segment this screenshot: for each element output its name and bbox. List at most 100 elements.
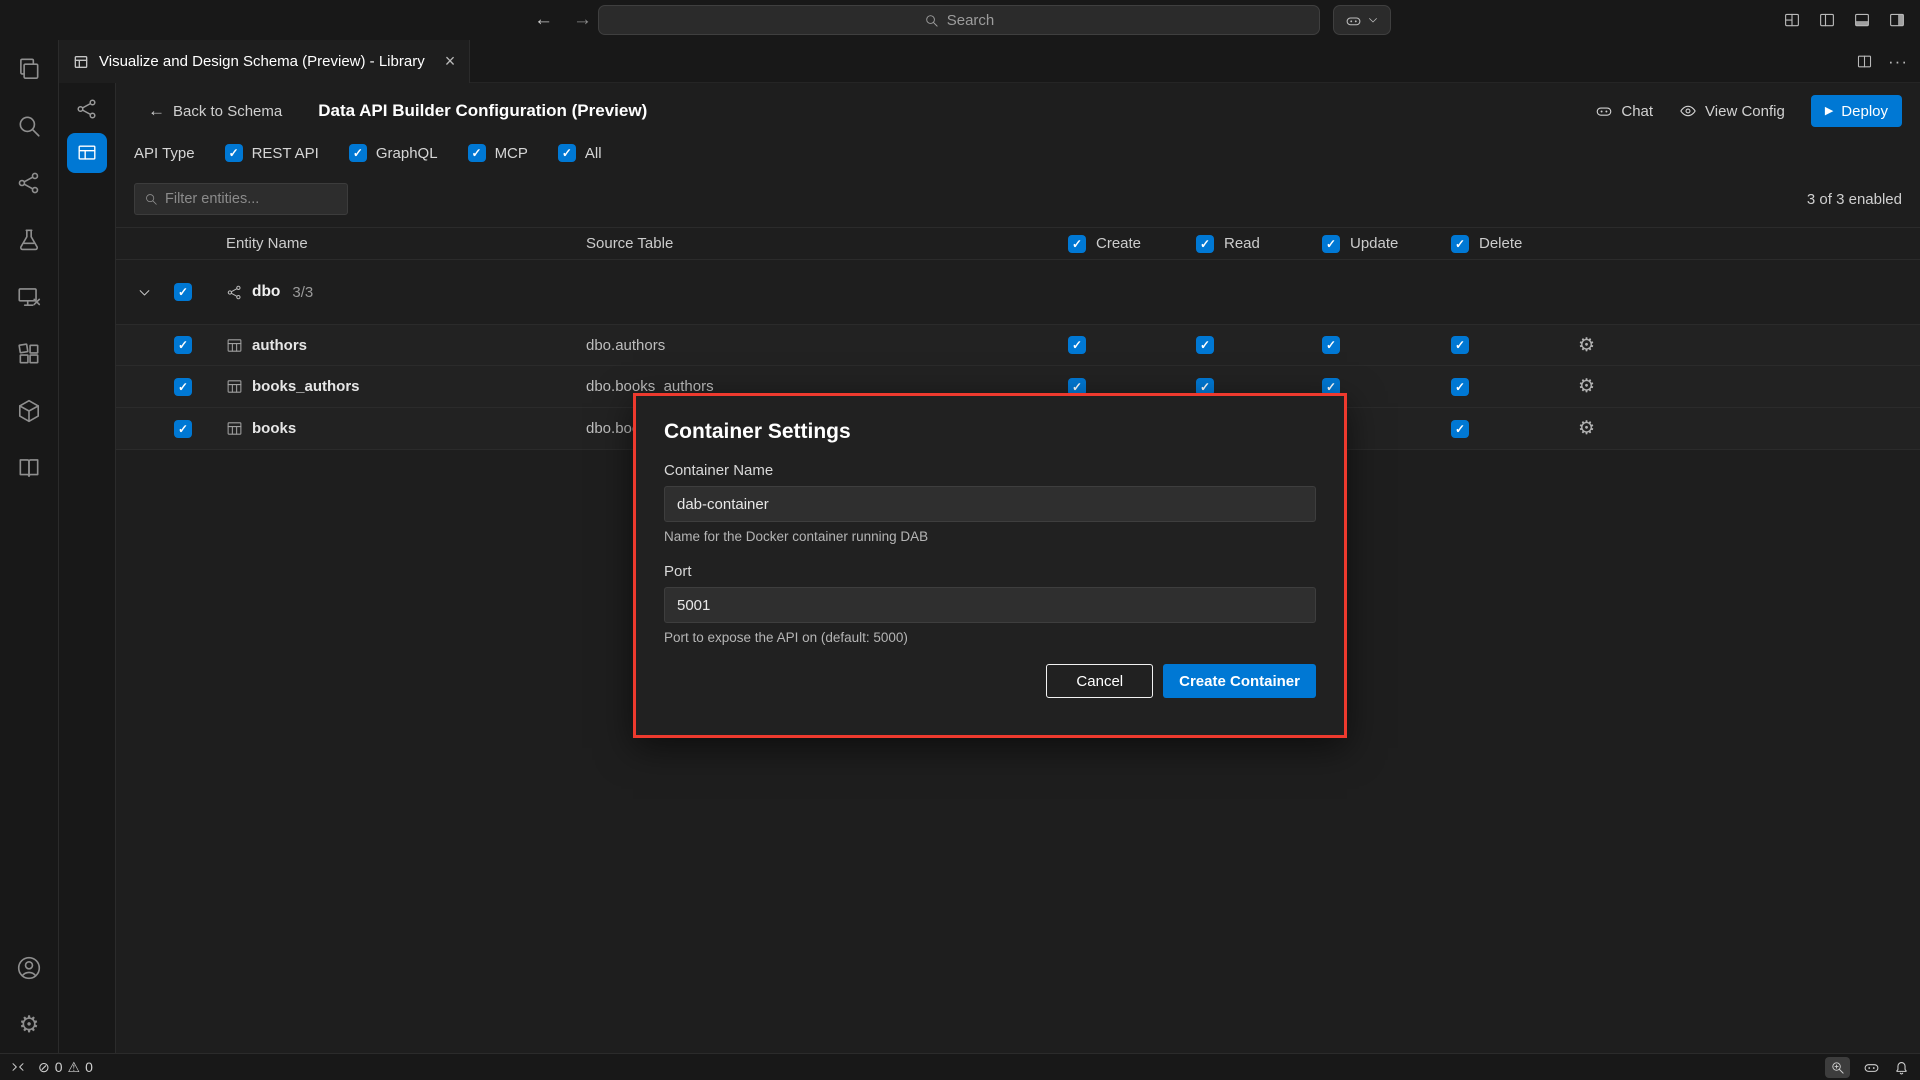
- column-update-label: Update: [1350, 235, 1398, 252]
- view-rail: [59, 83, 116, 1053]
- notifications-button[interactable]: [1893, 1059, 1910, 1076]
- container-settings-modal: Container Settings Container Name Name f…: [633, 393, 1347, 738]
- toggle-sidebar-left-button[interactable]: [1818, 11, 1836, 29]
- copilot-menu-button[interactable]: [1333, 5, 1391, 35]
- back-label: Back to Schema: [173, 103, 282, 120]
- group-checkbox[interactable]: ✓: [174, 283, 192, 301]
- row-checkbox[interactable]: ✓: [174, 378, 192, 396]
- activity-bar-notebooks[interactable]: [0, 439, 58, 496]
- graphql-checkbox[interactable]: ✓: [349, 144, 367, 162]
- read-all-checkbox[interactable]: ✓: [1196, 235, 1214, 253]
- close-icon[interactable]: ×: [445, 51, 456, 72]
- check-icon: ✓: [178, 381, 188, 393]
- mcp-label: MCP: [495, 145, 528, 162]
- command-center-search[interactable]: Search: [598, 5, 1320, 35]
- all-checkbox[interactable]: ✓: [558, 144, 576, 162]
- read-checkbox[interactable]: ✓: [1196, 336, 1214, 354]
- delete-checkbox[interactable]: ✓: [1451, 420, 1469, 438]
- deploy-button[interactable]: ▶ Deploy: [1811, 95, 1902, 127]
- tab-visualize-design-schema[interactable]: Visualize and Design Schema (Preview) - …: [59, 40, 470, 83]
- group-main: dbo 3/3: [226, 283, 1046, 301]
- check-icon: ✓: [1200, 339, 1210, 351]
- create-container-button[interactable]: Create Container: [1163, 664, 1316, 698]
- chat-button[interactable]: Chat: [1595, 102, 1653, 120]
- search-icon: [16, 113, 42, 139]
- check-icon: ✓: [1455, 238, 1465, 250]
- row-checkbox[interactable]: ✓: [174, 420, 192, 438]
- view-config-button[interactable]: View Config: [1679, 102, 1785, 120]
- toggle-sidebar-right-button[interactable]: [1888, 11, 1906, 29]
- filter-entities-input[interactable]: [165, 191, 338, 207]
- gear-icon: ⚙: [19, 1013, 40, 1036]
- all-option[interactable]: ✓ All: [558, 144, 602, 162]
- activity-bar-explorer[interactable]: [0, 40, 58, 97]
- check-icon: ✓: [353, 147, 363, 159]
- sidebar-left-icon: [1818, 11, 1836, 29]
- schema-group-row[interactable]: ✓ dbo 3/3: [116, 260, 1920, 324]
- mcp-option[interactable]: ✓ MCP: [468, 144, 528, 162]
- view-config-label: View Config: [1705, 103, 1785, 120]
- create-checkbox[interactable]: ✓: [1068, 336, 1086, 354]
- copilot-status-button[interactable]: [1863, 1059, 1880, 1076]
- back-to-schema-link[interactable]: ← Back to Schema: [148, 101, 282, 121]
- check-icon: ✓: [1326, 381, 1336, 393]
- more-actions-button[interactable]: ···: [1888, 53, 1908, 70]
- toggle-panel-button[interactable]: [1853, 11, 1871, 29]
- zoom-in-icon: [1830, 1060, 1845, 1075]
- rest-api-checkbox[interactable]: ✓: [225, 144, 243, 162]
- rest-api-option[interactable]: ✓ REST API: [225, 144, 319, 162]
- status-bar: ⊘ 0 ⚠ 0: [0, 1053, 1920, 1080]
- zoom-indicator[interactable]: [1825, 1057, 1850, 1078]
- check-icon: ✓: [229, 147, 239, 159]
- check-icon: ✓: [1326, 238, 1336, 250]
- check-icon: ✓: [1200, 381, 1210, 393]
- page-header: ← Back to Schema Data API Builder Config…: [116, 83, 1920, 129]
- problems-indicator[interactable]: ⊘ 0 ⚠ 0: [38, 1059, 93, 1075]
- entity-settings-gear-icon[interactable]: ⚙: [1558, 419, 1920, 438]
- chat-label: Chat: [1621, 103, 1653, 120]
- history-back-button[interactable]: ←: [534, 9, 553, 31]
- cancel-button[interactable]: Cancel: [1046, 664, 1153, 698]
- remote-indicator[interactable]: [10, 1059, 26, 1075]
- check-icon: ✓: [472, 147, 482, 159]
- activity-bar-tests[interactable]: [0, 211, 58, 268]
- activity-bar-database-projects[interactable]: [0, 382, 58, 439]
- activity-bar-connections[interactable]: [0, 154, 58, 211]
- table-icon: [226, 420, 243, 437]
- graphql-option[interactable]: ✓ GraphQL: [349, 144, 438, 162]
- port-input[interactable]: [664, 587, 1316, 623]
- column-delete-label: Delete: [1479, 235, 1522, 252]
- activity-bar-account[interactable]: [0, 939, 58, 996]
- header-actions: Chat View Config ▶ Deploy: [1595, 95, 1902, 127]
- activity-bar-remote-explorer[interactable]: [0, 268, 58, 325]
- entity-settings-gear-icon[interactable]: ⚙: [1558, 336, 1920, 355]
- history-forward-button[interactable]: →: [573, 9, 592, 31]
- check-icon: ✓: [1072, 381, 1082, 393]
- port-label: Port: [664, 563, 1316, 580]
- extensions-icon: [16, 341, 42, 367]
- split-editor-button[interactable]: [1856, 53, 1873, 70]
- create-all-checkbox[interactable]: ✓: [1068, 235, 1086, 253]
- files-icon: [16, 56, 42, 82]
- activity-bar-extensions[interactable]: [0, 325, 58, 382]
- all-label: All: [585, 145, 602, 162]
- search-icon: [144, 192, 158, 206]
- editor-actions: ···: [1856, 40, 1908, 83]
- collapse-chevron-icon[interactable]: [116, 285, 172, 300]
- container-name-input[interactable]: [664, 486, 1316, 522]
- delete-checkbox[interactable]: ✓: [1451, 336, 1469, 354]
- rail-schema-designer[interactable]: [67, 89, 107, 129]
- update-all-checkbox[interactable]: ✓: [1322, 235, 1340, 253]
- entity-settings-gear-icon[interactable]: ⚙: [1558, 377, 1920, 396]
- mcp-checkbox[interactable]: ✓: [468, 144, 486, 162]
- customize-layout-button[interactable]: [1783, 11, 1801, 29]
- table-row[interactable]: ✓ authors dbo.authors ✓ ✓ ✓ ✓ ⚙: [116, 324, 1920, 366]
- update-checkbox[interactable]: ✓: [1322, 336, 1340, 354]
- delete-checkbox[interactable]: ✓: [1451, 378, 1469, 396]
- activity-bar-search[interactable]: [0, 97, 58, 154]
- row-checkbox[interactable]: ✓: [174, 336, 192, 354]
- schema-graph-icon: [75, 97, 99, 121]
- delete-all-checkbox[interactable]: ✓: [1451, 235, 1469, 253]
- activity-bar-settings[interactable]: ⚙: [0, 996, 58, 1053]
- rail-data-api-builder[interactable]: [67, 133, 107, 173]
